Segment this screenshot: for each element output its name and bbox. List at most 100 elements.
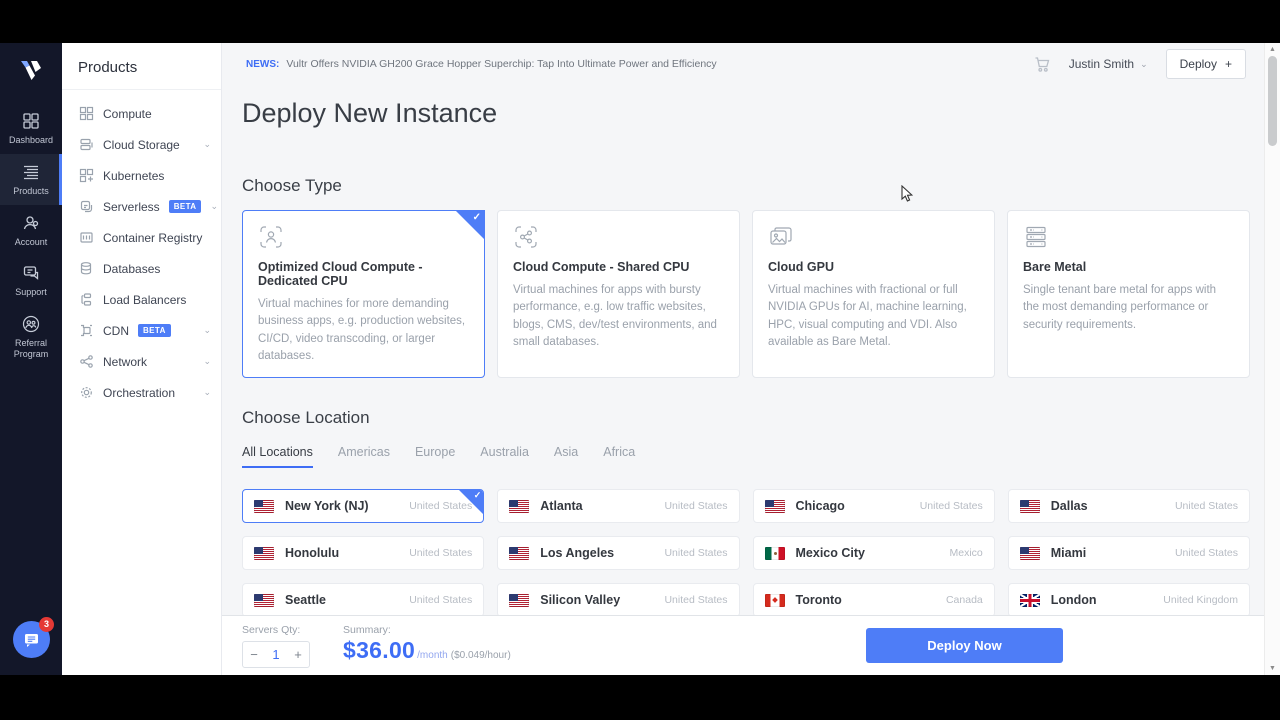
ca-flag-icon: [765, 594, 785, 607]
servers-qty-label: Servers Qty:: [242, 624, 310, 636]
rail-item-dashboard[interactable]: Dashboard: [0, 103, 62, 154]
support-icon: [22, 264, 40, 282]
us-flag-icon: [1020, 500, 1040, 513]
us-flag-icon: [254, 547, 274, 560]
type-card-description: Virtual machines with fractional or full…: [768, 282, 979, 351]
price-per-month: /month: [417, 650, 448, 661]
load-balancers-icon: [79, 292, 94, 307]
chevron-down-icon: ⌄: [1140, 59, 1148, 70]
tab-americas[interactable]: Americas: [338, 445, 390, 468]
us-flag-icon: [509, 594, 529, 607]
qty-decrease-button[interactable]: −: [243, 647, 265, 662]
location-card-miami[interactable]: Miami United States: [1008, 536, 1250, 570]
sidebar-item-kubernetes[interactable]: Kubernetes: [62, 160, 221, 191]
sidebar-item-cloud-storage[interactable]: Cloud Storage ⌄: [62, 129, 221, 160]
sidebar-item-label: Cloud Storage: [103, 138, 180, 152]
location-country: United States: [409, 594, 472, 606]
deploy-button-label: Deploy: [1180, 57, 1217, 71]
chat-button[interactable]: 3: [13, 621, 50, 658]
scrollbar-down-arrow[interactable]: ▼: [1265, 665, 1280, 672]
rail-item-label: Account: [15, 237, 48, 247]
location-country: United States: [1175, 547, 1238, 559]
location-city: Miami: [1051, 546, 1086, 560]
databases-icon: [79, 261, 94, 276]
rail-item-support[interactable]: Support: [0, 255, 62, 306]
type-card-optimized-cloud-compute[interactable]: ✓ Optimized Cloud Compute - Dedicated CP…: [242, 210, 485, 378]
sidebar-item-network[interactable]: Network ⌄: [62, 346, 221, 377]
news-text: Vultr Offers NVIDIA GH200 Grace Hopper S…: [286, 58, 716, 70]
kubernetes-icon: [79, 168, 94, 183]
rail-item-referral-program[interactable]: Referral Program: [0, 306, 62, 368]
cdn-icon: [79, 323, 94, 338]
sidebar-item-label: Container Registry: [103, 231, 202, 245]
location-card-silicon-valley[interactable]: Silicon Valley United States: [497, 583, 739, 617]
deploy-button[interactable]: Deploy +: [1166, 49, 1246, 79]
qty-increase-button[interactable]: +: [287, 647, 309, 662]
location-country: Mexico: [949, 547, 982, 559]
chat-notification-badge: 3: [39, 617, 54, 632]
rail-item-account[interactable]: Account: [0, 205, 62, 256]
vertical-scrollbar[interactable]: ▲ ▼: [1264, 43, 1280, 675]
location-card-honolulu[interactable]: Honolulu United States: [242, 536, 484, 570]
tab-africa[interactable]: Africa: [603, 445, 635, 468]
type-card-title: Cloud GPU: [768, 260, 979, 274]
tab-asia[interactable]: Asia: [554, 445, 578, 468]
cart-icon[interactable]: [1034, 56, 1051, 73]
location-card-new-york[interactable]: New York (NJ) United States ✓: [242, 489, 484, 523]
sidebar-item-serverless[interactable]: Serverless BETA ⌄: [62, 191, 221, 222]
type-card-description: Virtual machines for apps with bursty pe…: [513, 282, 724, 351]
tab-europe[interactable]: Europe: [415, 445, 455, 468]
sidebar-item-container-registry[interactable]: Container Registry: [62, 222, 221, 253]
user-menu[interactable]: Justin Smith ⌄: [1069, 57, 1148, 71]
us-flag-icon: [509, 500, 529, 513]
location-card-mexico-city[interactable]: Mexico City Mexico: [753, 536, 995, 570]
location-country: United States: [664, 547, 727, 559]
sidebar-item-databases[interactable]: Databases: [62, 253, 221, 284]
type-card-title: Optimized Cloud Compute - Dedicated CPU: [258, 260, 469, 288]
products-sidebar: Products Compute Cloud Storage ⌄ Kuberne…: [62, 43, 222, 675]
bare-metal-icon: [1023, 224, 1049, 250]
sidebar-item-orchestration[interactable]: Orchestration ⌄: [62, 377, 221, 408]
summary-label: Summary:: [343, 624, 511, 636]
location-card-seattle[interactable]: Seattle United States: [242, 583, 484, 617]
location-tabs: All Locations Americas Europe Australia …: [242, 445, 1250, 468]
type-card-cloud-gpu[interactable]: Cloud GPU Virtual machines with fraction…: [752, 210, 995, 378]
rail-item-label: Products: [13, 186, 49, 196]
location-city: Silicon Valley: [540, 593, 620, 607]
type-card-title: Bare Metal: [1023, 260, 1234, 274]
scrollbar-thumb[interactable]: [1268, 56, 1277, 146]
sidebar-item-label: Orchestration: [103, 386, 175, 400]
location-card-dallas[interactable]: Dallas United States: [1008, 489, 1250, 523]
sidebar-item-cdn[interactable]: CDN BETA ⌄: [62, 315, 221, 346]
us-flag-icon: [765, 500, 785, 513]
location-card-los-angeles[interactable]: Los Angeles United States: [497, 536, 739, 570]
location-card-toronto[interactable]: Toronto Canada: [753, 583, 995, 617]
type-card-description: Virtual machines for more demanding busi…: [258, 296, 469, 365]
sidebar-item-load-balancers[interactable]: Load Balancers: [62, 284, 221, 315]
type-card-cloud-compute-shared[interactable]: Cloud Compute - Shared CPU Virtual machi…: [497, 210, 740, 378]
sidebar-item-label: Load Balancers: [103, 293, 186, 307]
user-name: Justin Smith: [1069, 57, 1134, 71]
tab-australia[interactable]: Australia: [480, 445, 529, 468]
news-ticker[interactable]: NEWS: Vultr Offers NVIDIA GH200 Grace Ho…: [246, 58, 717, 70]
sidebar-item-compute[interactable]: Compute: [62, 98, 221, 129]
beta-badge: BETA: [138, 324, 171, 337]
location-country: Canada: [946, 594, 983, 606]
referral-icon: [22, 315, 40, 333]
network-icon: [79, 354, 94, 369]
deploy-now-button[interactable]: Deploy Now: [866, 628, 1063, 663]
us-flag-icon: [254, 500, 274, 513]
rail-item-products[interactable]: Products: [0, 154, 62, 205]
compute-icon: [79, 106, 94, 121]
scrollbar-up-arrow[interactable]: ▲: [1265, 46, 1280, 53]
location-card-atlanta[interactable]: Atlanta United States: [497, 489, 739, 523]
location-card-chicago[interactable]: Chicago United States: [753, 489, 995, 523]
type-card-bare-metal[interactable]: Bare Metal Single tenant bare metal for …: [1007, 210, 1250, 378]
quantity-stepper: − 1 +: [242, 641, 310, 668]
tab-all-locations[interactable]: All Locations: [242, 445, 313, 468]
check-icon: ✓: [473, 212, 481, 223]
location-card-london[interactable]: London United Kingdom: [1008, 583, 1250, 617]
sidebar-item-label: Serverless: [103, 200, 160, 214]
shared-cpu-icon: [513, 224, 539, 250]
topbar-right: Justin Smith ⌄ Deploy +: [1034, 49, 1246, 79]
